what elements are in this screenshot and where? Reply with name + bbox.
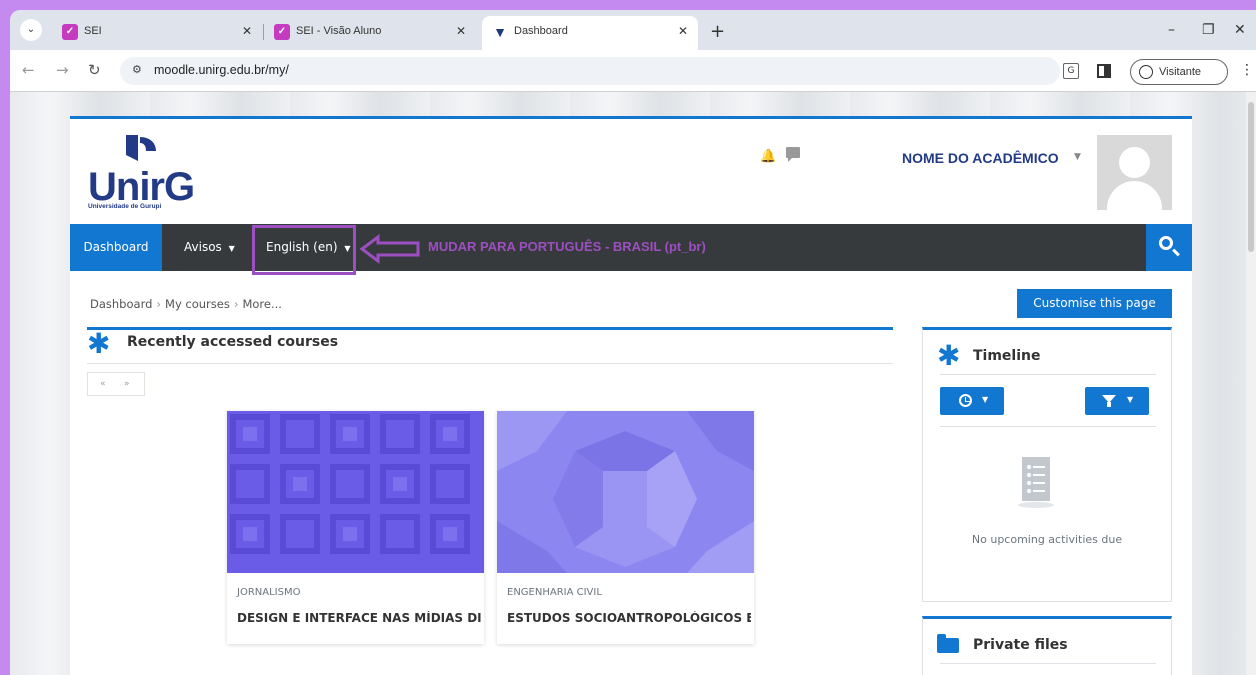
site-logo[interactable]: UnirG [88, 167, 195, 207]
arrow-left-icon [360, 234, 420, 264]
block-title: Private files [973, 637, 1068, 653]
avatar-body [1107, 181, 1162, 210]
pager-next-button[interactable]: » [124, 379, 130, 389]
search-button[interactable] [1146, 224, 1192, 271]
course-image [227, 411, 484, 573]
block-title: Timeline [973, 348, 1041, 364]
profile-button[interactable]: Visitante [1130, 59, 1228, 85]
recent-courses-block: ✱ Recently accessed courses [87, 327, 893, 367]
moodle-page: UnirG Universidade de Gurupi 🔔 NOME DO A… [70, 116, 1192, 675]
filter-icon [1102, 395, 1116, 407]
user-menu[interactable]: NOME DO ACADÊMICO [902, 150, 1059, 166]
page-viewport: UnirG Universidade de Gurupi 🔔 NOME DO A… [10, 92, 1256, 675]
chevron-down-icon[interactable]: ▼ [1074, 152, 1081, 162]
course-name[interactable]: DESIGN E INTERFACE NAS MÍDIAS DIG [237, 611, 481, 625]
chevron-right-icon: › [156, 297, 162, 311]
avatar[interactable] [1097, 135, 1172, 210]
divider [87, 363, 893, 364]
course-pager: « » [87, 372, 145, 396]
site-info-icon[interactable]: ⚙ [132, 63, 142, 76]
divider [940, 374, 1156, 375]
notification-bell-icon[interactable]: 🔔 [760, 149, 776, 164]
course-name[interactable]: ESTUDOS SOCIOANTROPOLÓGICOS E [507, 611, 751, 625]
close-window-icon[interactable]: ✕ [1234, 22, 1246, 38]
restore-icon[interactable]: ❐ [1202, 22, 1215, 38]
tab-sei-visao-aluno[interactable]: ✓ SEI - Visão Aluno ✕ [264, 16, 476, 50]
folder-icon [937, 634, 959, 653]
tab-title: SEI [84, 25, 102, 37]
sei-favicon-icon: ✓ [62, 24, 78, 40]
clock-icon [959, 394, 972, 407]
close-icon[interactable]: ✕ [678, 24, 688, 38]
browser-address-bar: ← → ↻ ⚙ moodle.unirg.edu.br/my/ G Visita… [10, 50, 1256, 92]
unirg-logo-icon [126, 135, 156, 161]
main-navbar: Dashboard Avisos ▼ English (en) ▼ MUDAR … [70, 224, 1192, 275]
tab-title: Dashboard [514, 25, 568, 37]
private-files-block: Private files [922, 616, 1172, 675]
back-icon[interactable]: ← [22, 61, 35, 79]
timeline-filter-button[interactable]: ▼ [1085, 387, 1149, 415]
site-logo-subtitle: Universidade de Gurupi [88, 203, 162, 210]
side-panel-icon[interactable] [1097, 64, 1111, 78]
annotation-text: MUDAR PARA PORTUGUÊS - BRASIL (pt_br) [428, 239, 706, 254]
language-highlight-box [252, 225, 356, 275]
nav-dashboard[interactable]: Dashboard [70, 224, 162, 271]
divider [940, 663, 1156, 664]
minimize-icon[interactable]: – [1168, 22, 1175, 38]
course-card[interactable]: JORNALISMO DESIGN E INTERFACE NAS MÍDIAS… [227, 411, 484, 644]
url-text: moodle.unirg.edu.br/my/ [154, 63, 289, 77]
caret-icon: ▼ [1127, 395, 1134, 404]
search-icon-handle [1172, 248, 1180, 257]
empty-list-icon [1018, 457, 1054, 508]
profile-icon [1139, 65, 1153, 79]
translate-icon[interactable]: G [1063, 63, 1079, 79]
tab-sei[interactable]: ✓ SEI ✕ [52, 16, 262, 50]
close-icon[interactable]: ✕ [242, 24, 252, 38]
caret-icon: ▼ [982, 395, 989, 404]
timeline-block: ✱ Timeline ▼ ▼ No upcoming activities du… [922, 327, 1172, 602]
breadcrumb: Dashboard › My courses › More... [90, 297, 282, 311]
pager-prev-button[interactable]: « [100, 379, 106, 389]
course-category: JORNALISMO [237, 587, 301, 598]
new-tab-icon[interactable]: + [710, 21, 725, 42]
asterisk-icon: ✱ [87, 327, 111, 360]
asterisk-icon: ✱ [937, 339, 961, 372]
tab-title: SEI - Visão Aluno [296, 25, 382, 37]
breadcrumb-more[interactable]: More... [242, 297, 281, 311]
timeline-sort-button[interactable]: ▼ [940, 387, 1004, 415]
menu-icon[interactable]: ⋮ [1240, 62, 1254, 78]
messages-icon[interactable] [786, 147, 800, 162]
breadcrumb-dashboard[interactable]: Dashboard [90, 297, 152, 311]
close-icon[interactable]: ✕ [456, 24, 466, 38]
moodle-favicon-icon: ▼ [492, 24, 508, 40]
nav-avisos-label: Avisos [184, 240, 222, 254]
timeline-empty-text: No upcoming activities due [971, 533, 1123, 546]
sei-favicon-icon: ✓ [274, 24, 290, 40]
profile-label: Visitante [1159, 66, 1201, 78]
customise-page-button[interactable]: Customise this page [1017, 289, 1172, 318]
block-title: Recently accessed courses [127, 334, 339, 350]
course-card[interactable]: ENGENHARIA CIVIL ESTUDOS SOCIOANTROPOLÓG… [497, 411, 754, 644]
url-input[interactable]: ⚙ moodle.unirg.edu.br/my/ [120, 57, 1060, 85]
search-icon [1159, 236, 1173, 250]
divider [940, 426, 1156, 427]
breadcrumb-my-courses[interactable]: My courses [165, 297, 230, 311]
forward-icon[interactable]: → [56, 61, 69, 79]
tab-dashboard[interactable]: ▼ Dashboard ✕ [482, 16, 698, 50]
caret-icon: ▼ [228, 244, 235, 253]
reload-icon[interactable]: ↻ [88, 61, 101, 79]
chevron-right-icon: › [233, 297, 239, 311]
browser-tab-bar: ⌄ ✓ SEI ✕ ✓ SEI - Visão Aluno ✕ ▼ Dashbo… [10, 10, 1256, 50]
tab-search-button[interactable]: ⌄ [20, 19, 42, 41]
scrollbar-thumb[interactable] [1248, 102, 1254, 252]
course-image [497, 411, 754, 573]
avatar-head [1119, 147, 1150, 178]
page-scrollbar[interactable] [1246, 92, 1256, 675]
nav-avisos[interactable]: Avisos ▼ [184, 224, 235, 271]
course-category: ENGENHARIA CIVIL [507, 587, 602, 598]
